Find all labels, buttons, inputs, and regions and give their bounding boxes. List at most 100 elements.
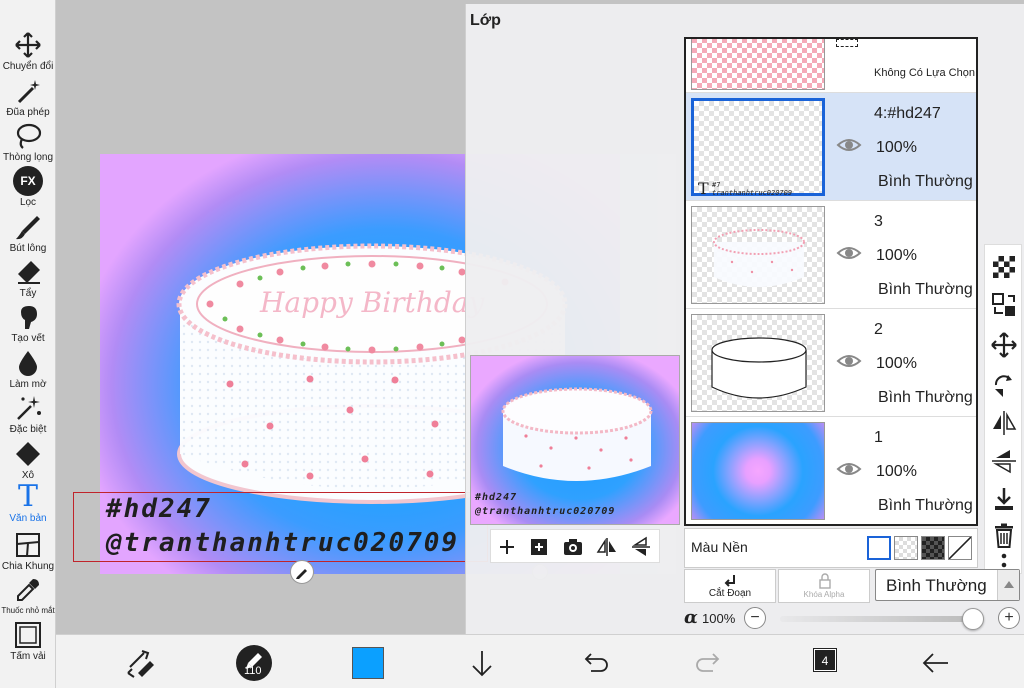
add-icon[interactable] (495, 535, 519, 559)
tool-smudge[interactable]: Tạo vết (0, 302, 56, 344)
flip-layer-horizontal-icon[interactable] (990, 409, 1018, 437)
layer-opacity: 100% (876, 355, 917, 372)
thumb-cake (713, 229, 805, 287)
edit-text-handle[interactable] (290, 560, 314, 584)
canvas-preview: #hd247 @tranthanhtruc020709 (470, 355, 680, 525)
eye-icon[interactable] (836, 135, 862, 155)
layer-name: 1 (874, 429, 883, 446)
checker-icon[interactable] (990, 253, 1018, 281)
bg-transparent-swatch[interactable] (894, 536, 918, 560)
opacity-row: α 100% − + (684, 606, 1024, 630)
tool-label: Chia Khung (1, 561, 55, 572)
flip-layer-vertical-icon[interactable] (990, 447, 1018, 475)
layer-thumbnail (691, 314, 825, 412)
thumb-cake-outline (711, 337, 807, 399)
redo-icon[interactable] (693, 647, 725, 679)
blend-mode-value: Bình Thường (886, 576, 987, 595)
layer-list[interactable]: Không Có Lựa Chọn T #7 tranthanhtruc0207… (684, 37, 978, 526)
tool-bucket[interactable]: Xô (0, 439, 56, 481)
layer-name: 2 (874, 321, 883, 338)
flip-vertical-icon[interactable] (629, 535, 653, 559)
alpha-lock-button[interactable]: Khóa Alpha (778, 569, 870, 603)
trash-icon[interactable] (990, 521, 1018, 549)
clipping-label: Cắt Đoạn (708, 588, 752, 599)
layers-button[interactable]: 4 (813, 648, 837, 672)
layer-row-1[interactable]: 1 100% Bình Thường (686, 417, 976, 524)
bg-white-swatch[interactable] (867, 536, 891, 560)
eye-icon[interactable] (836, 459, 862, 479)
layer-panel: Lớp #hd247 @tranthanhtruc020709 Không Có… (465, 4, 1024, 634)
tool-transform[interactable]: Chuyển đổi (0, 30, 56, 72)
undo-icon[interactable] (579, 647, 611, 679)
brush-size-value: 110 (244, 665, 262, 677)
eye-icon[interactable] (836, 243, 862, 263)
layer-row-3[interactable]: 3 100% Bình Thường (686, 201, 976, 309)
add-layer-icon[interactable] (527, 535, 551, 559)
layer-opacity: 100% (876, 247, 917, 264)
tool-magic-wand[interactable]: Đũa phép (0, 76, 56, 118)
tool-label: Văn bản (9, 513, 47, 524)
swap-tools-icon[interactable] (124, 647, 156, 679)
tool-text[interactable]: T Văn bản (0, 482, 56, 525)
tool-canvas[interactable]: Tấm vải (0, 620, 56, 662)
magic-wand-icon (17, 80, 40, 104)
color-swatch[interactable] (352, 647, 384, 679)
tool-label: Tẩy (19, 288, 37, 299)
bg-none-swatch[interactable] (948, 536, 972, 560)
rotate-icon[interactable] (990, 371, 1018, 399)
thumb-text: #7 (712, 181, 721, 189)
tool-label: Chuyển đổi (2, 61, 54, 72)
flip-horizontal-icon[interactable] (595, 535, 619, 559)
tool-eraser[interactable]: Tẩy (0, 257, 56, 299)
preview-watermark-2: @tranthanhtruc020709 (475, 506, 616, 517)
eye-icon[interactable] (836, 351, 862, 371)
move-icon (15, 32, 41, 58)
layer-transfer-icon[interactable] (990, 291, 1018, 319)
tool-frame-divider[interactable]: Chia Khung (0, 530, 56, 572)
lock-icon (819, 573, 831, 589)
layer-name: 4:#hd247 (874, 105, 941, 122)
opacity-slider-knob[interactable] (962, 608, 984, 630)
layer-row-selection[interactable]: Không Có Lựa Chọn (686, 39, 976, 93)
tool-lasso[interactable]: Thòng lọng (0, 121, 56, 163)
opacity-minus-button[interactable]: − (744, 607, 766, 629)
back-arrow-icon[interactable] (920, 647, 952, 679)
bucket-icon (16, 442, 40, 466)
clip-arrow-icon (724, 575, 735, 587)
tool-special[interactable]: Đặc biệt (0, 393, 56, 435)
background-color-row: Màu Nền (684, 528, 978, 568)
tool-eyedropper[interactable]: Thuốc nhỏ mắt (0, 575, 56, 615)
tool-blur[interactable]: Làm mờ (0, 348, 56, 390)
opacity-plus-button[interactable]: + (998, 607, 1020, 629)
tool-label: Tạo vết (11, 333, 45, 344)
bottom-toolbar: 110 4 (56, 634, 1024, 688)
arrow-down-icon[interactable] (466, 647, 498, 679)
canvas-icon (15, 622, 41, 648)
opacity-slider[interactable] (780, 616, 975, 622)
merge-down-icon[interactable] (990, 485, 1018, 513)
tool-brush[interactable]: Bút lông (0, 212, 56, 254)
layer-row-4[interactable]: T #7 tranthanhtruc020709 4:#hd247 100% B… (686, 93, 976, 201)
move-layer-icon[interactable] (990, 331, 1018, 359)
layer-blend-mode: Bình Thường (878, 173, 973, 190)
watermark-line-1[interactable]: #hd247 (106, 494, 212, 524)
background-label: Màu Nền (691, 539, 748, 555)
preview-toolbar (490, 529, 660, 563)
layer-thumbnail (691, 39, 825, 90)
watermark-line-2[interactable]: @tranthanhtruc020709 (106, 528, 459, 558)
tool-label: Lọc (19, 197, 37, 208)
blend-mode-select[interactable]: Bình Thường (875, 569, 1020, 601)
tool-label: Tấm vải (10, 651, 46, 662)
clipping-button[interactable]: Cắt Đoạn (684, 569, 776, 603)
layer-blend-mode: Bình Thường (878, 389, 973, 406)
select-arrow (997, 570, 1019, 600)
bg-dark-swatch[interactable] (921, 536, 945, 560)
layer-name: 3 (874, 213, 883, 230)
layer-row-2[interactable]: 2 100% Bình Thường (686, 309, 976, 417)
tool-label: Bút lông (9, 243, 47, 254)
tool-filter[interactable]: FX Lọc (0, 166, 56, 208)
tool-label: Đặc biệt (9, 424, 47, 435)
camera-icon[interactable] (561, 535, 585, 559)
pencil-icon (296, 569, 307, 579)
tool-label: Thòng lọng (2, 152, 54, 163)
